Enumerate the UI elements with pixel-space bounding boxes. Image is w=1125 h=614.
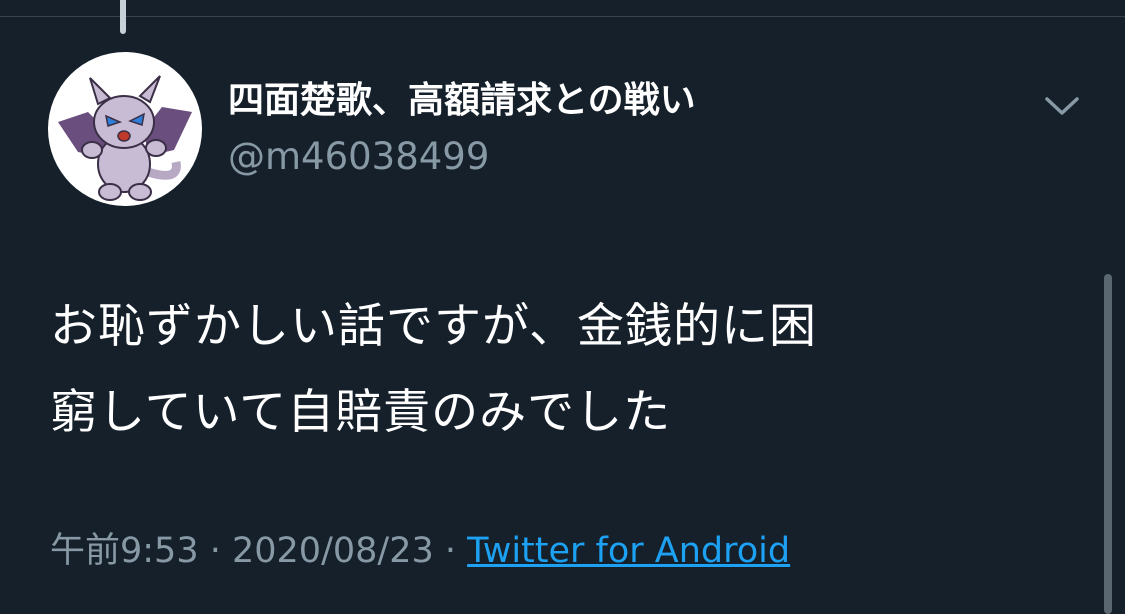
chevron-down-icon: [1045, 97, 1079, 115]
thread-connector-line: [120, 0, 126, 34]
tweet-source-link[interactable]: Twitter for Android: [467, 531, 790, 571]
tweet-text-line: お恥ずかしい話ですが、金銭的に困: [50, 299, 818, 354]
tweet-date: 2020/08/23: [232, 531, 434, 571]
purple-monster-avatar-icon: [58, 75, 192, 201]
meta-separator: ·: [433, 531, 468, 571]
top-divider: [0, 16, 1125, 17]
display-name[interactable]: 四面楚歌、高額請求との戦い: [228, 78, 696, 124]
tweet-time: 午前9:53: [50, 531, 199, 571]
scrollbar[interactable]: [1104, 274, 1112, 614]
user-handle[interactable]: @m46038499: [228, 134, 489, 180]
meta-separator: ·: [198, 531, 232, 571]
more-options-button[interactable]: [1038, 84, 1086, 128]
tweet-text: お恥ずかしい話ですが、金銭的に困 窮していて自賠責のみでした: [50, 284, 1070, 456]
tweet-text-line: 窮していて自賠責のみでした: [50, 385, 672, 440]
avatar[interactable]: [48, 52, 202, 206]
tweet-metadata: 午前9:53 · 2020/08/23 · Twitter for Androi…: [50, 526, 790, 576]
